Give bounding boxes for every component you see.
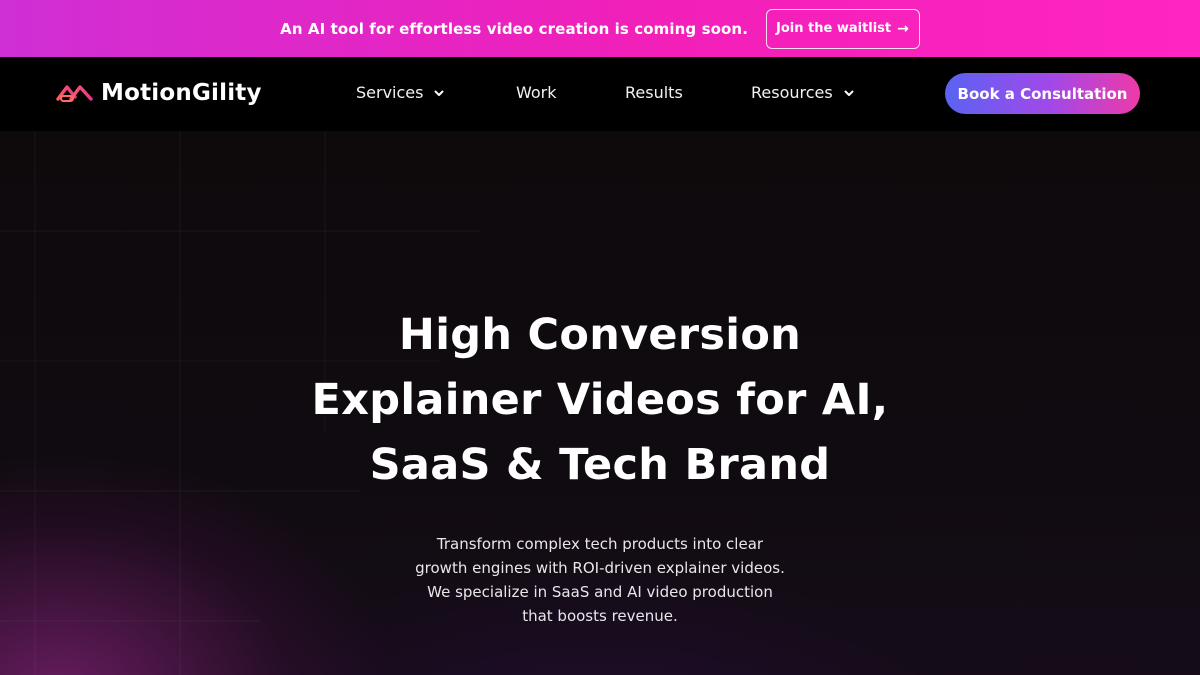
nav-item-label: Results xyxy=(625,83,683,102)
book-consultation-button[interactable]: Book a Consultation xyxy=(945,73,1140,114)
nav-item-results[interactable]: Results xyxy=(625,83,683,102)
hero-subtitle-line: that boosts revenue. xyxy=(522,607,678,625)
hero-subtitle-line: Transform complex tech products into cle… xyxy=(436,535,764,553)
main-nav: MotionGility Services Work Results Resou… xyxy=(0,57,1200,131)
nav-item-services[interactable]: Services xyxy=(356,83,445,102)
logo-text: MotionGility xyxy=(101,80,262,106)
hero-subtitle: Transform complex tech products into cle… xyxy=(380,532,820,628)
chevron-down-icon xyxy=(434,90,444,96)
announcement-text: An AI tool for effortless video creation… xyxy=(280,19,748,38)
nav-item-label: Work xyxy=(516,83,557,102)
nav-item-label: Resources xyxy=(751,83,833,102)
hero-section: High Conversion Explainer Videos for AI,… xyxy=(0,131,1200,675)
hero-subtitle-line: We specialize in SaaS and AI video produ… xyxy=(427,583,773,601)
hero-title-line: High Conversion xyxy=(398,310,802,360)
nav-item-label: Services xyxy=(356,83,424,102)
logo-icon xyxy=(56,85,93,102)
hero-title-line: SaaS & Tech Brand xyxy=(369,440,831,490)
hero-subtitle-line: growth engines with ROI-driven explainer… xyxy=(415,559,785,577)
hero-title: High Conversion Explainer Videos for AI,… xyxy=(300,303,900,498)
announcement-bar: An AI tool for effortless video creation… xyxy=(0,0,1200,57)
join-waitlist-label: Join the waitlist xyxy=(776,21,892,36)
chevron-down-icon xyxy=(844,90,854,96)
nav-item-resources[interactable]: Resources xyxy=(751,83,855,102)
join-waitlist-button[interactable]: Join the waitlist → xyxy=(766,8,920,49)
nav-item-work[interactable]: Work xyxy=(516,83,557,102)
hero-title-line: Explainer Videos for AI, xyxy=(311,375,889,425)
logo[interactable]: MotionGility xyxy=(55,79,262,107)
arrow-right-icon: → xyxy=(897,20,909,37)
